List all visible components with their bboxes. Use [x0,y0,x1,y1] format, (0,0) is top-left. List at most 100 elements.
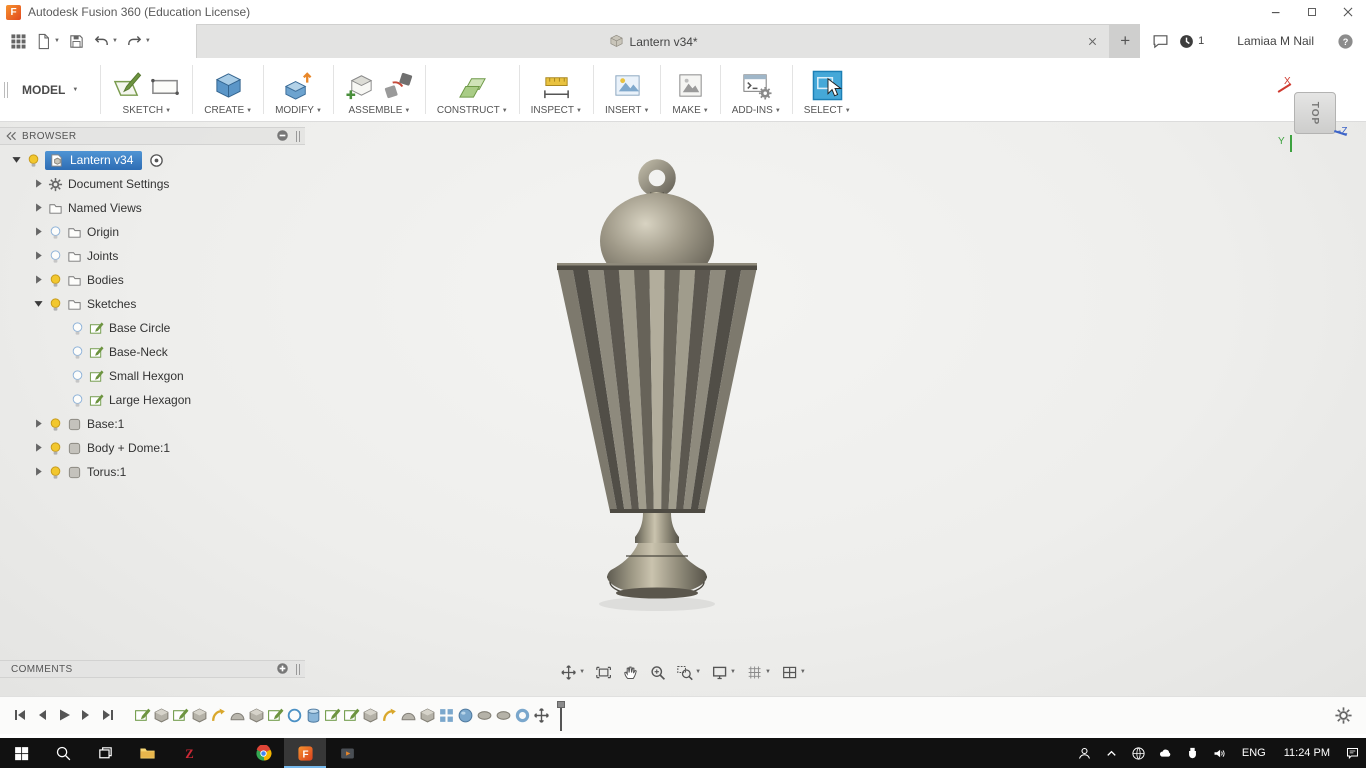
sketch-icon[interactable] [112,70,143,101]
fit-icon[interactable] [591,660,616,684]
ribbon-group-add-ins[interactable]: ADD-INS ▼ [723,58,790,121]
tree-item-large-hexagon[interactable]: Large Hexagon [0,388,305,412]
bulb-on-icon[interactable] [48,417,63,432]
panel-grip[interactable] [296,130,300,142]
expand-panel-icon[interactable] [276,662,290,676]
maximize-icon[interactable] [1294,0,1330,24]
lantern-ring[interactable] [638,159,676,197]
tree-item-bodies[interactable]: Bodies [0,268,305,292]
timeline-feature-sketch-icon[interactable] [324,707,341,724]
notifications-icon[interactable] [1339,738,1366,768]
tab-close-icon[interactable] [1083,33,1101,51]
press-pull-icon[interactable] [283,70,314,101]
ribbon-group-modify[interactable]: MODIFY ▼ [266,58,331,121]
step-back-icon[interactable] [34,707,52,725]
clock[interactable]: 11:24 PM [1275,738,1339,768]
expand-arrow-icon[interactable] [32,297,46,311]
tree-item-label[interactable]: Base-Neck [109,345,168,359]
ribbon-group-label[interactable]: INSERT ▼ [605,105,649,116]
usb-icon[interactable] [1179,738,1206,768]
timeline-feature-sketch-icon[interactable] [267,707,284,724]
skip-start-icon[interactable] [12,707,30,725]
help-icon[interactable]: ? [1337,33,1354,50]
tree-item-named-views[interactable]: Named Views [0,196,305,220]
tree-item-small-hexgon[interactable]: Small Hexgon [0,364,305,388]
viewports-icon[interactable]: ▼ [777,660,810,684]
tree-item-label[interactable]: Body + Dome:1 [87,441,170,455]
panel-grip[interactable] [296,663,300,675]
close-icon[interactable] [1330,0,1366,24]
tree-item-base-neck[interactable]: Base-Neck [0,340,305,364]
network-icon[interactable] [1125,738,1152,768]
start-icon[interactable] [0,738,42,768]
ribbon-group-insert[interactable]: INSERT ▼ [596,58,658,121]
tree-item-joints[interactable]: Joints [0,244,305,268]
bulb-off-icon[interactable] [48,249,63,264]
expand-arrow-icon[interactable] [10,153,24,167]
lantern-body[interactable] [557,267,757,512]
undo-icon[interactable]: ▼ [91,28,120,54]
view-cube[interactable]: X TOP Y -Z [1276,76,1364,154]
joint-icon[interactable] [383,70,414,101]
workspace-switcher[interactable]: MODEL ▼ [12,58,98,121]
tree-item-torus-1[interactable]: Torus:1 [0,460,305,484]
chrome-icon[interactable] [242,738,284,768]
tree-item-label[interactable]: Sketches [87,297,136,311]
bulb-on-icon[interactable] [48,465,63,480]
new-component-icon[interactable] [345,70,376,101]
timeline-feature-sweep-icon[interactable] [381,707,398,724]
tree-item-label[interactable]: Base:1 [87,417,124,431]
chevron-up-icon[interactable] [1098,738,1125,768]
collapse-panel-icon[interactable] [5,130,19,142]
timeline-feature-sphere-icon[interactable] [457,707,474,724]
tree-item-label[interactable]: Base Circle [109,321,170,335]
speaker-icon[interactable] [1206,738,1233,768]
ribbon-group-label[interactable]: SELECT ▼ [804,105,851,116]
bulb-on-icon[interactable] [48,441,63,456]
ribbon-group-label[interactable]: CREATE ▼ [204,105,252,116]
ribbon-group-label[interactable]: ASSEMBLE ▼ [348,105,410,116]
tree-item-label[interactable]: Bodies [87,273,124,287]
timeline-feature-extrude-icon[interactable] [419,707,436,724]
timeline-settings-gear-icon[interactable] [1334,706,1354,726]
file-icon[interactable]: ▼ [33,28,62,54]
ribbon-group-label[interactable]: ADD-INS ▼ [732,105,781,116]
explorer-icon[interactable] [126,738,168,768]
timeline-feature-cylinder-icon[interactable] [305,707,322,724]
ribbon-group-label[interactable]: MAKE ▼ [672,105,708,116]
document-tab[interactable]: Lantern v34* [196,24,1111,58]
zotero-icon[interactable]: Z [168,738,210,768]
collapse-arrow-icon[interactable] [32,441,46,455]
pan-icon[interactable]: ▼ [556,660,589,684]
timeline-feature-disc-icon[interactable] [476,707,493,724]
comment-icon[interactable] [1152,33,1169,50]
new-tab-button[interactable]: + [1110,24,1141,58]
timeline-feature-extrude-icon[interactable] [248,707,265,724]
timeline-feature-sweep-icon[interactable] [210,707,227,724]
timeline-feature-pattern-icon[interactable] [438,707,455,724]
timeline-feature-extrude-icon[interactable] [153,707,170,724]
selected-root-item[interactable]: Lantern v34 [45,150,143,170]
ribbon-group-make[interactable]: MAKE ▼ [663,58,717,121]
skip-end-icon[interactable] [100,707,118,725]
box-icon[interactable] [213,70,244,101]
activate-component-radio-icon[interactable] [149,153,164,168]
tree-item-lantern-v34[interactable]: Lantern v34 [0,148,305,172]
user-name[interactable]: Lamiaa M Nail [1213,34,1328,48]
collapse-arrow-icon[interactable] [32,273,46,287]
zoom-window-icon[interactable]: ▼ [672,660,705,684]
ribbon-group-label[interactable]: SKETCH ▼ [123,105,172,116]
ribbon-group-label[interactable]: INSPECT ▼ [531,105,582,116]
bulb-off-icon[interactable] [70,393,85,408]
lantern-model[interactable] [480,152,840,622]
view-cube-face[interactable]: TOP [1294,92,1336,134]
toolbar-grip[interactable] [0,58,12,121]
collapse-arrow-icon[interactable] [32,465,46,479]
bulb-on-icon[interactable] [48,273,63,288]
canvas-icon[interactable] [612,70,643,101]
bulb-off-icon[interactable] [48,225,63,240]
ribbon-group-select[interactable]: SELECT ▼ [795,58,860,121]
timeline-feature-move-icon[interactable] [533,707,550,724]
model-viewport[interactable]: BROWSER Lantern v34 Document Settings Name… [0,122,1366,696]
display-settings-icon[interactable]: ▼ [707,660,740,684]
